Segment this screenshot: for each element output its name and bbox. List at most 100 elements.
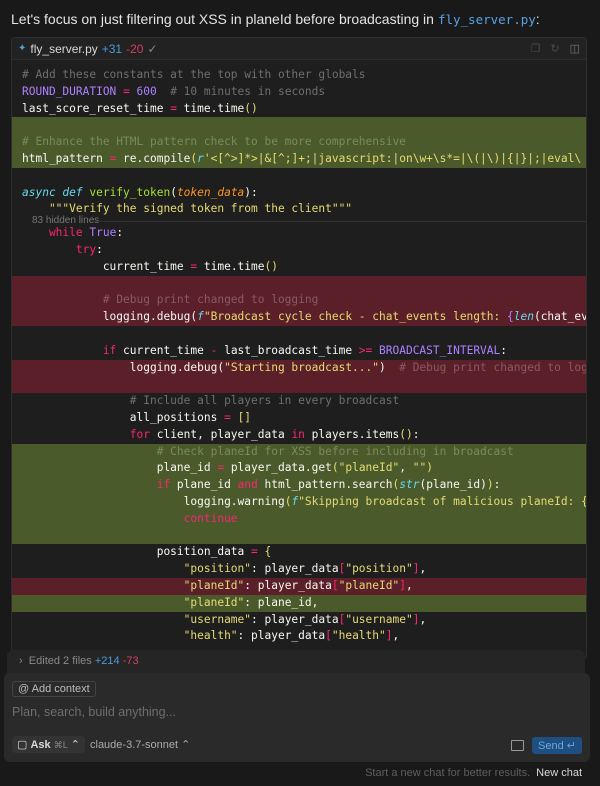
code-token: "planeId": [22, 578, 245, 592]
code-token: ,: [399, 461, 413, 475]
code-token: (): [264, 259, 278, 273]
code-token: ): [426, 461, 433, 475]
message-suffix: :: [535, 11, 540, 27]
code-diff-block: ✦ fly_server.py +31 -20 ✓ ❐ ↻ ◫ # Add th…: [11, 37, 587, 659]
code-token: "username": [345, 612, 413, 626]
code-token: "health": [22, 629, 238, 643]
code-token: =: [251, 545, 258, 559]
code-line: position_data = {: [12, 544, 586, 561]
chevron-right-icon: ›: [19, 655, 23, 667]
footer: Start a new chat for better results. New …: [365, 767, 582, 779]
code-token: [: [325, 629, 332, 643]
diff-filename[interactable]: fly_server.py: [30, 42, 97, 56]
hidden-lines-toggle[interactable]: 83 hidden lines: [12, 215, 586, 227]
copy-icon[interactable]: ❐: [531, 42, 541, 55]
code-token: =: [170, 101, 177, 115]
added-line: html_pattern = re.compile(r'<[^>]*>|&[^;…: [12, 150, 586, 168]
code-line: if current_time - last_broadcast_time >=…: [12, 343, 586, 360]
code-token: (: [170, 185, 177, 199]
code-token: "position": [345, 562, 413, 576]
added-line: [12, 527, 586, 545]
code-line: all_positions = []: [12, 410, 586, 427]
code-token: str: [399, 478, 420, 492]
send-label: Send: [538, 740, 564, 752]
code-token: :: [116, 226, 124, 240]
code-token: if: [22, 343, 117, 357]
new-chat-button[interactable]: New chat: [536, 767, 582, 779]
added-line: # Check planeId for XSS before including…: [12, 443, 586, 461]
code-token: async def: [22, 185, 90, 199]
code-token: ):: [244, 185, 258, 199]
check-icon: ✓: [147, 41, 158, 56]
model-label: claude-3.7-sonnet: [90, 739, 179, 751]
code-line: while True:: [12, 225, 586, 242]
code-token: (: [331, 461, 339, 475]
code-area: # Add these constants at the top with ot…: [12, 59, 586, 645]
add-context-button[interactable]: @ Add context: [12, 681, 96, 697]
added-line: # Enhance the HTML pattern check to be m…: [12, 134, 586, 151]
code-token: client, player_data: [149, 427, 292, 441]
assistant-message: Let's focus on just filtering out XSS in…: [11, 11, 540, 27]
code-token: for: [22, 427, 150, 441]
total-removed: -73: [122, 655, 139, 667]
code-token: True: [89, 226, 117, 240]
code-token: try: [22, 242, 97, 256]
code-token: time.time: [176, 101, 245, 115]
file-link[interactable]: fly_server.py: [438, 12, 536, 27]
code-line: "position": player_data["position"],: [12, 561, 586, 578]
removed-line: [12, 275, 586, 293]
code-token: f: [197, 310, 204, 324]
added-line: logging.warning(f"Skipping broadcast of …: [12, 493, 586, 511]
code-token: "planeId": [338, 578, 400, 592]
code-token: ,: [419, 562, 427, 576]
code-token: # Debug print changed to logging: [399, 360, 586, 374]
code-token: if: [22, 478, 171, 492]
code-token: len: [513, 310, 534, 324]
code-token: player_data.get: [224, 461, 332, 475]
mode-selector[interactable]: ▢ Ask ⌘L ⌃: [12, 736, 86, 753]
code-line: current_time = time.time(): [12, 259, 586, 276]
image-icon[interactable]: [511, 740, 524, 751]
removed-line: logging.debug(f"Broadcast cycle check - …: [12, 309, 586, 326]
code-token: """Verify the signed token from the clie…: [22, 202, 353, 216]
code-token: html_pattern.search: [257, 478, 393, 492]
code-line: last_score_reset_time = time.time(): [12, 101, 586, 118]
code-line: # Include all players in every broadcast: [12, 393, 586, 410]
edited-files-label: Edited 2 files: [28, 655, 92, 667]
code-token: while: [22, 226, 90, 240]
code-token: >=: [358, 343, 373, 357]
code-token: re.compile: [116, 151, 191, 165]
code-token: "Starting broadcast...": [224, 360, 379, 374]
revert-icon[interactable]: ↻: [550, 42, 559, 55]
code-token: time.time: [197, 259, 265, 273]
chat-input[interactable]: Plan, search, build anything...: [12, 705, 176, 719]
code-diff-header: ✦ fly_server.py +31 -20 ✓ ❐ ↻ ◫: [12, 38, 586, 60]
send-button[interactable]: Send ↵: [532, 737, 582, 754]
code-token: token_data: [176, 185, 245, 199]
added-line: "planeId": plane_id,: [12, 594, 586, 612]
code-token: # 10 minutes in seconds: [156, 84, 326, 98]
code-token: (): [399, 427, 413, 441]
enter-icon: ↵: [566, 740, 576, 752]
code-token: ]: [385, 629, 393, 643]
at-icon: @: [18, 683, 30, 695]
removed-line: "planeId": player_data["planeId"],: [12, 577, 586, 595]
chat-icon: ▢: [17, 739, 28, 751]
lines-removed: -20: [126, 41, 144, 56]
code-token: ): [486, 478, 494, 492]
code-token: {: [257, 545, 272, 559]
removed-line: # Debug print changed to logging: [12, 292, 586, 310]
code-line: "health": player_data["health"],: [12, 628, 586, 645]
model-selector[interactable]: claude-3.7-sonnet ⌃: [90, 738, 190, 751]
chat-composer: @ Add context Plan, search, build anythi…: [4, 673, 590, 762]
split-view-icon[interactable]: ◫: [570, 42, 580, 55]
code-token: "planeId": [338, 461, 400, 475]
add-context-label: Add context: [31, 683, 90, 695]
mode-label: Ask: [30, 739, 51, 751]
code-token: html_pattern: [22, 151, 110, 165]
removed-line: logging.debug("Starting broadcast...") #…: [12, 359, 586, 377]
code-token: ]: [399, 578, 406, 592]
code-token: "Broadcast cycle check - chat_events len…: [203, 310, 507, 324]
chevron-up-icon: ⌃: [181, 739, 191, 751]
added-line: if plane_id and html_pattern.search(str(…: [12, 477, 586, 494]
